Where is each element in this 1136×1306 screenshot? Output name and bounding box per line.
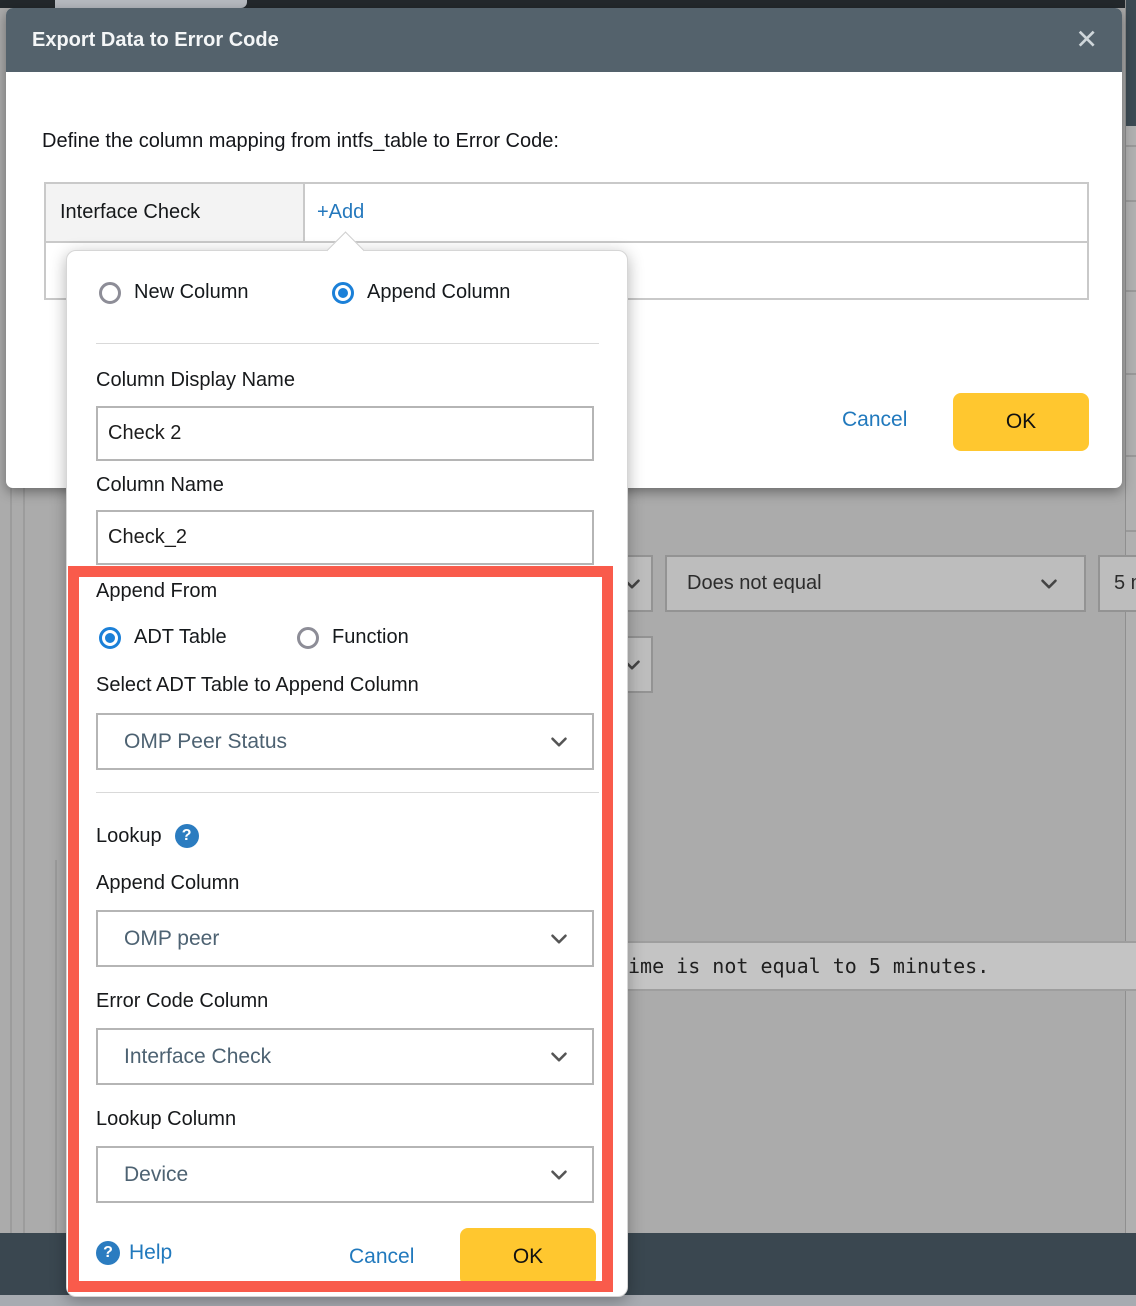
popup-cancel-button[interactable]: Cancel	[349, 1245, 414, 1269]
background-condition-bar: ime is not equal to 5 minutes.	[560, 941, 1136, 991]
select-adt-table-label: Select ADT Table to Append Column	[96, 674, 419, 697]
background-column-border	[55, 860, 57, 1233]
chevron-down-icon	[1036, 571, 1062, 597]
column-display-name-label: Column Display Name	[96, 369, 295, 392]
divider	[96, 792, 599, 793]
dialog-title: Export Data to Error Code	[6, 29, 279, 52]
radio-icon	[332, 282, 354, 304]
background-value-dropdown[interactable]: 5 m	[1098, 555, 1136, 612]
radio-icon	[99, 627, 121, 649]
append-column-select[interactable]: OMP peer	[96, 910, 594, 967]
close-icon[interactable]: ✕	[1075, 27, 1098, 54]
value-dropdown-value: 5 m	[1100, 572, 1136, 595]
row-separator	[1126, 455, 1136, 457]
chevron-down-icon	[546, 926, 572, 952]
error-code-column-select-value: Interface Check	[98, 1045, 271, 1069]
column-name-input[interactable]	[96, 510, 594, 565]
error-code-cell: Interface Check	[46, 184, 305, 241]
append-column-radio-label: Append Column	[367, 281, 510, 304]
divider	[96, 343, 599, 344]
new-column-radio-label: New Column	[134, 281, 248, 304]
help-icon[interactable]: ?	[175, 824, 199, 848]
add-column-link[interactable]: +Add	[317, 201, 364, 224]
lookup-column-select[interactable]: Device	[96, 1146, 594, 1203]
dialog-header: Export Data to Error Code ✕	[6, 8, 1122, 72]
function-radio-label: Function	[332, 626, 409, 649]
screen: Does not equal 5 m ime is not equal to 5…	[0, 0, 1136, 1306]
help-link[interactable]: ? Help	[96, 1241, 172, 1265]
background-right-strip	[1125, 0, 1136, 1306]
column-display-name-input[interactable]	[96, 406, 594, 461]
lookup-label: Lookup	[96, 825, 162, 848]
popup-ok-button[interactable]: OK	[460, 1228, 596, 1286]
radio-icon	[297, 627, 319, 649]
new-column-radio[interactable]: New Column	[99, 281, 248, 304]
background-header-edge	[1126, 0, 1136, 126]
append-column-select-value: OMP peer	[98, 927, 219, 951]
dialog-cancel-button[interactable]: Cancel	[842, 408, 907, 432]
append-column-label: Append Column	[96, 872, 239, 895]
page-top-tab	[55, 0, 247, 8]
table-row: Interface Check +Add	[46, 184, 1087, 241]
row-separator	[1126, 290, 1136, 292]
dialog-ok-button[interactable]: OK	[953, 393, 1089, 451]
background-column-border	[23, 488, 25, 1233]
lookup-section-header: Lookup ?	[96, 824, 199, 848]
help-link-label: Help	[129, 1241, 172, 1265]
chevron-down-icon	[546, 729, 572, 755]
adt-table-select-value: OMP Peer Status	[98, 730, 287, 754]
row-separator	[1126, 530, 1136, 532]
append-from-label: Append From	[96, 580, 217, 603]
operator-dropdown-value: Does not equal	[667, 572, 822, 595]
append-column-radio[interactable]: Append Column	[332, 281, 510, 304]
row-separator	[1126, 200, 1136, 202]
mapping-cell: +Add	[305, 184, 1087, 241]
chevron-down-icon	[546, 1044, 572, 1070]
row-separator	[1126, 373, 1136, 375]
adt-table-radio[interactable]: ADT Table	[99, 626, 227, 649]
lookup-column-label: Lookup Column	[96, 1108, 236, 1131]
dialog-description: Define the column mapping from intfs_tab…	[42, 130, 559, 153]
function-radio[interactable]: Function	[297, 626, 409, 649]
help-icon: ?	[96, 1241, 120, 1265]
row-separator	[1126, 145, 1136, 147]
radio-icon	[99, 282, 121, 304]
error-code-column-select[interactable]: Interface Check	[96, 1028, 594, 1085]
chevron-down-icon	[546, 1162, 572, 1188]
background-column-border	[10, 488, 12, 1233]
adt-table-select[interactable]: OMP Peer Status	[96, 713, 594, 770]
add-column-popup: New Column Append Column Column Display …	[66, 250, 628, 1297]
adt-table-radio-label: ADT Table	[134, 626, 227, 649]
lookup-column-select-value: Device	[98, 1163, 188, 1187]
column-name-label: Column Name	[96, 474, 224, 497]
error-code-column-label: Error Code Column	[96, 990, 268, 1013]
background-operator-dropdown[interactable]: Does not equal	[665, 555, 1086, 612]
